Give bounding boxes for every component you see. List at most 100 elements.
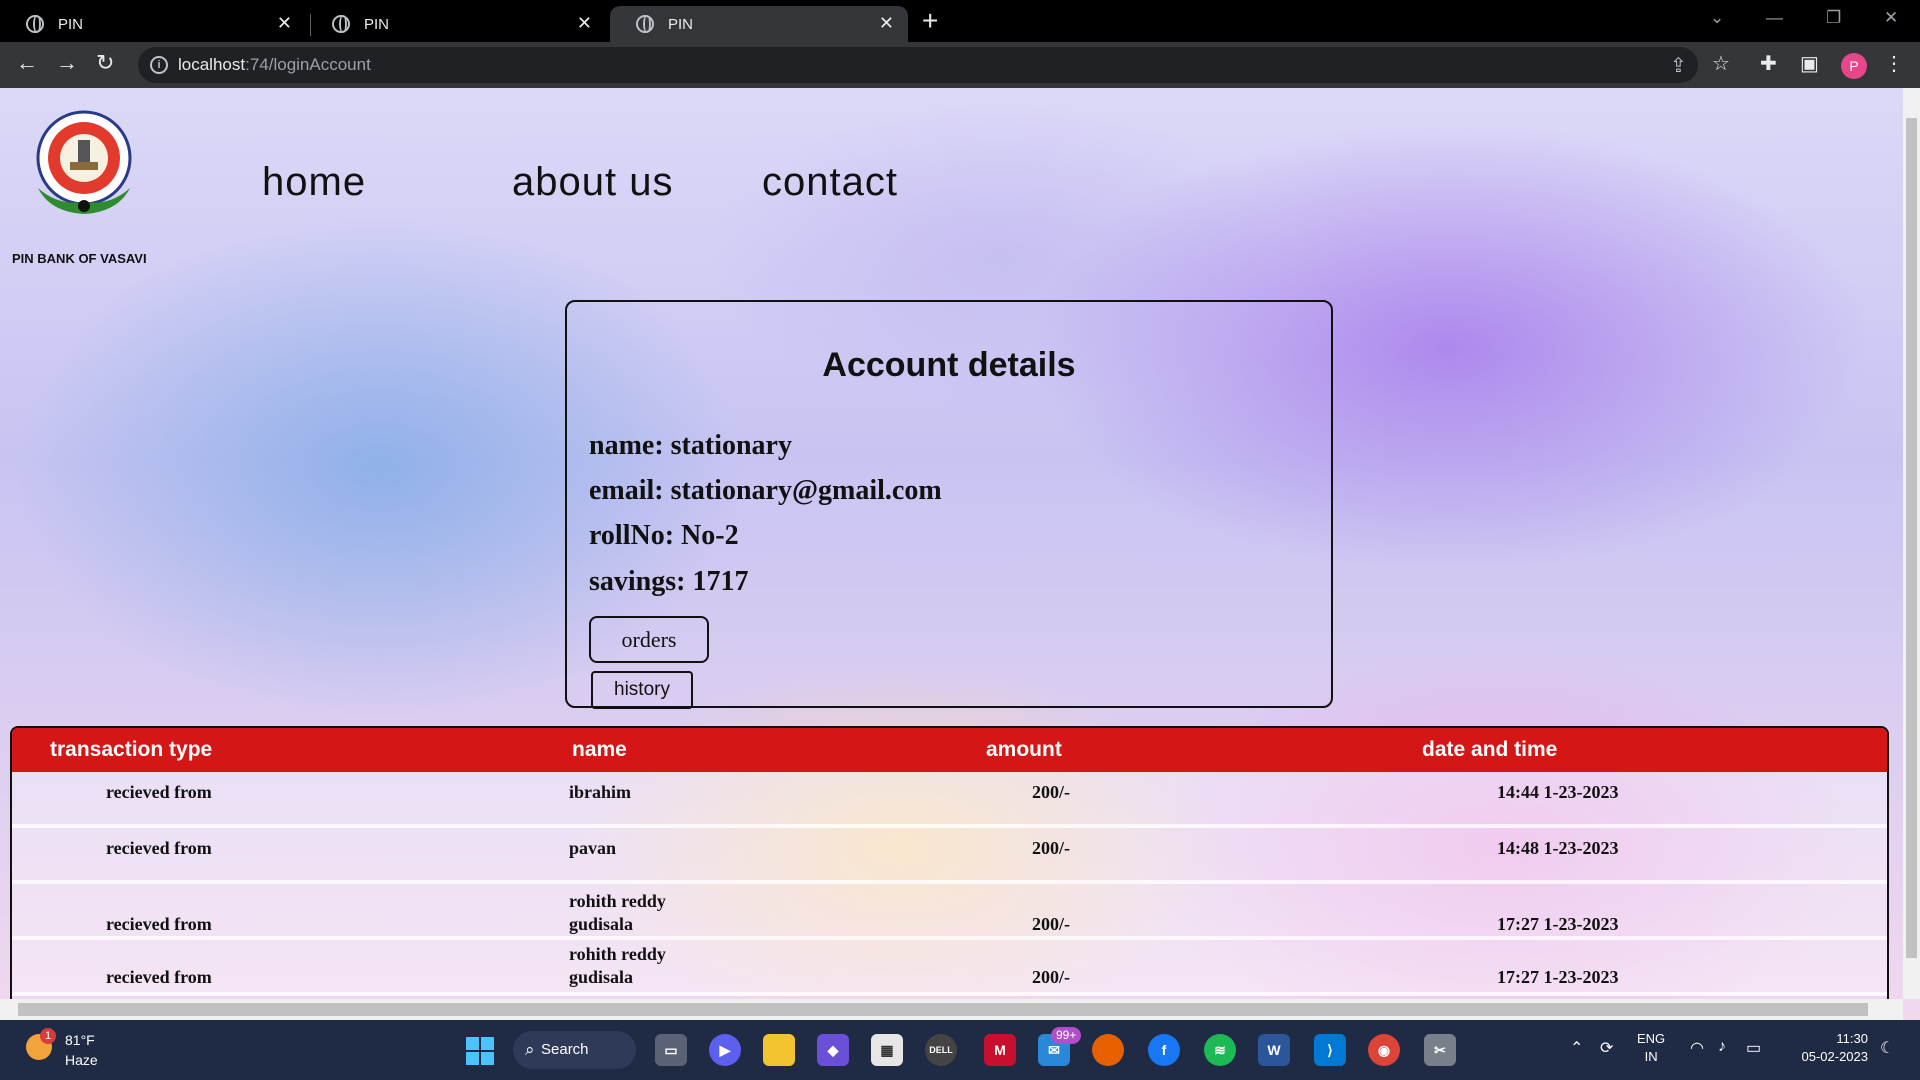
table-row: recieved from pavan 200/- 14:48 1-23-202… [12,828,1887,884]
horizontal-scrollbar[interactable] [0,999,1903,1020]
close-tab-icon[interactable]: ✕ [577,13,592,34]
browser-tab-1[interactable]: PIN ✕ [0,6,306,42]
orders-button[interactable]: orders [589,616,709,663]
url-path: :74/loginAccount [245,55,371,74]
mcafee-icon[interactable]: M [984,1034,1016,1066]
clipchamp-icon[interactable]: ◆ [817,1034,849,1066]
site-info-icon[interactable]: i [150,56,168,74]
spotify-icon[interactable]: ≋ [1204,1034,1236,1066]
page-viewport: PIN BANK OF VASAVI home about us contact… [0,88,1920,1020]
chrome-icon[interactable]: ◉ [1368,1034,1400,1066]
microsoft-store-icon[interactable]: ▦ [871,1034,903,1066]
header-name: name [572,738,627,761]
close-tab-icon[interactable]: ✕ [879,13,894,34]
weather-description[interactable]: Haze [65,1052,98,1068]
search-icon: ⌕ [525,1040,535,1059]
taskbar-search-button[interactable]: ⌕ Search [513,1031,636,1069]
weather-notification-badge: 1 [40,1028,56,1044]
clock-time: 11:30 [1836,1031,1868,1046]
account-details-title: Account details [822,346,1076,384]
windows-start-icon[interactable] [466,1037,494,1065]
tab-title: PIN [58,15,84,33]
word-icon[interactable]: W [1258,1034,1290,1066]
input-language[interactable]: ENG IN [1637,1030,1665,1066]
cell-name: rohith reddy gudisala [569,944,666,987]
address-bar[interactable]: i localhost:74/loginAccount ⇪ [138,47,1698,83]
wifi-icon[interactable]: ◠ [1690,1038,1704,1058]
cell-amount: 200/- [1032,782,1070,802]
cell-type: recieved from [106,967,212,987]
show-hidden-icons-chevron-icon[interactable]: ⌃ [1570,1038,1583,1058]
teams-chat-icon[interactable]: ▶ [709,1034,741,1066]
table-row: recieved from rohith reddy gudisala 200/… [12,884,1887,940]
search-label: Search [541,1041,589,1058]
cell-type: recieved from [106,838,212,858]
close-window-button[interactable]: ✕ [1884,8,1898,28]
minimize-button[interactable]: — [1766,8,1783,28]
firefox-icon[interactable] [1092,1034,1124,1066]
account-roll: rollNo: No-2 [589,520,739,551]
browser-tab-bar: PIN ✕ PIN ✕ PIN ✕ + ⌄ — ❐ ✕ [0,0,1920,42]
share-icon[interactable]: ⇪ [1670,53,1687,78]
menu-kebab-icon[interactable]: ⋮ [1884,51,1904,76]
account-name: name: stationary [589,430,792,461]
nav-home-link[interactable]: home [262,160,366,205]
weather-temperature[interactable]: 81°F [65,1032,95,1048]
sync-icon[interactable]: ⟳ [1600,1038,1613,1058]
browser-toolbar: ← → ↻ i localhost:74/loginAccount ⇪ ☆ ✚ … [0,42,1920,88]
table-header: transaction type name amount date and ti… [12,728,1887,772]
vscode-icon[interactable]: ⟩ [1314,1034,1346,1066]
profile-avatar[interactable]: P [1841,53,1867,79]
back-arrow-icon[interactable]: ← [16,50,38,76]
cell-datetime: 14:44 1-23-2023 [1497,782,1619,802]
account-savings: savings: 1717 [589,566,749,597]
facebook-icon[interactable]: f [1148,1034,1180,1066]
battery-icon[interactable]: ▭ [1746,1038,1761,1058]
globe-icon [332,15,350,33]
clock-date: 05-02-2023 [1801,1049,1869,1064]
volume-icon[interactable]: ♪ [1718,1038,1726,1056]
transactions-table: transaction type name amount date and ti… [10,726,1889,1020]
cell-name: pavan [569,838,617,858]
side-panel-icon[interactable]: ▣ [1800,51,1819,76]
extensions-puzzle-icon[interactable]: ✚ [1760,51,1777,76]
tab-search-chevron-icon[interactable]: ⌄ [1710,8,1724,28]
cell-datetime: 17:27 1-23-2023 [1497,914,1619,934]
url-host: localhost [178,55,246,74]
cell-amount: 200/- [1032,914,1070,934]
browser-tab-2[interactable]: PIN ✕ [306,6,606,42]
new-tab-button[interactable]: + [922,6,938,36]
restore-button[interactable]: ❐ [1826,8,1841,28]
globe-icon [636,15,654,33]
forward-arrow-icon[interactable]: → [56,50,78,76]
table-row: recieved from ibrahim 200/- 14:44 1-23-2… [12,772,1887,828]
notification-count-badge: 99+ [1051,1027,1082,1044]
browser-tab-3-active[interactable]: PIN ✕ [610,6,908,42]
history-button[interactable]: history [591,671,693,709]
cell-name: rohith reddy gudisala [569,891,666,934]
table-row: recieved from rohith reddy gudisala 200/… [12,940,1887,996]
language-primary: ENG [1637,1031,1666,1046]
bookmark-star-icon[interactable]: ☆ [1712,51,1730,76]
cell-datetime: 14:48 1-23-2023 [1497,838,1619,858]
url-text[interactable]: localhost:74/loginAccount [178,55,371,75]
nav-about-link[interactable]: about us [512,160,673,205]
system-clock[interactable]: 11:30 05-02-2023 [1788,1030,1869,1066]
header-transaction-type: transaction type [50,738,213,761]
nav-contact-link[interactable]: contact [762,160,898,205]
snipping-tool-icon[interactable]: ✂ [1424,1034,1456,1066]
cell-amount: 200/- [1032,838,1070,858]
dell-icon[interactable]: DELL [925,1034,957,1066]
close-tab-icon[interactable]: ✕ [277,13,292,34]
vertical-scrollbar[interactable] [1903,88,1920,999]
reload-icon[interactable]: ↻ [96,50,114,76]
windows-taskbar: 1 81°F Haze ⌕ Search ▭ ▶ ◆ ▦ DELL M ✉ 99… [0,1020,1920,1080]
notifications-moon-icon[interactable]: ☾ [1880,1038,1894,1058]
horizontal-scroll-thumb[interactable] [18,1003,1868,1016]
header-amount: amount [986,738,1062,761]
task-view-icon[interactable]: ▭ [655,1034,687,1066]
file-explorer-icon[interactable] [763,1034,795,1066]
account-email: email: stationary@gmail.com [589,475,942,506]
vertical-scroll-thumb[interactable] [1906,118,1917,958]
header-date-time: date and time [1422,738,1558,761]
